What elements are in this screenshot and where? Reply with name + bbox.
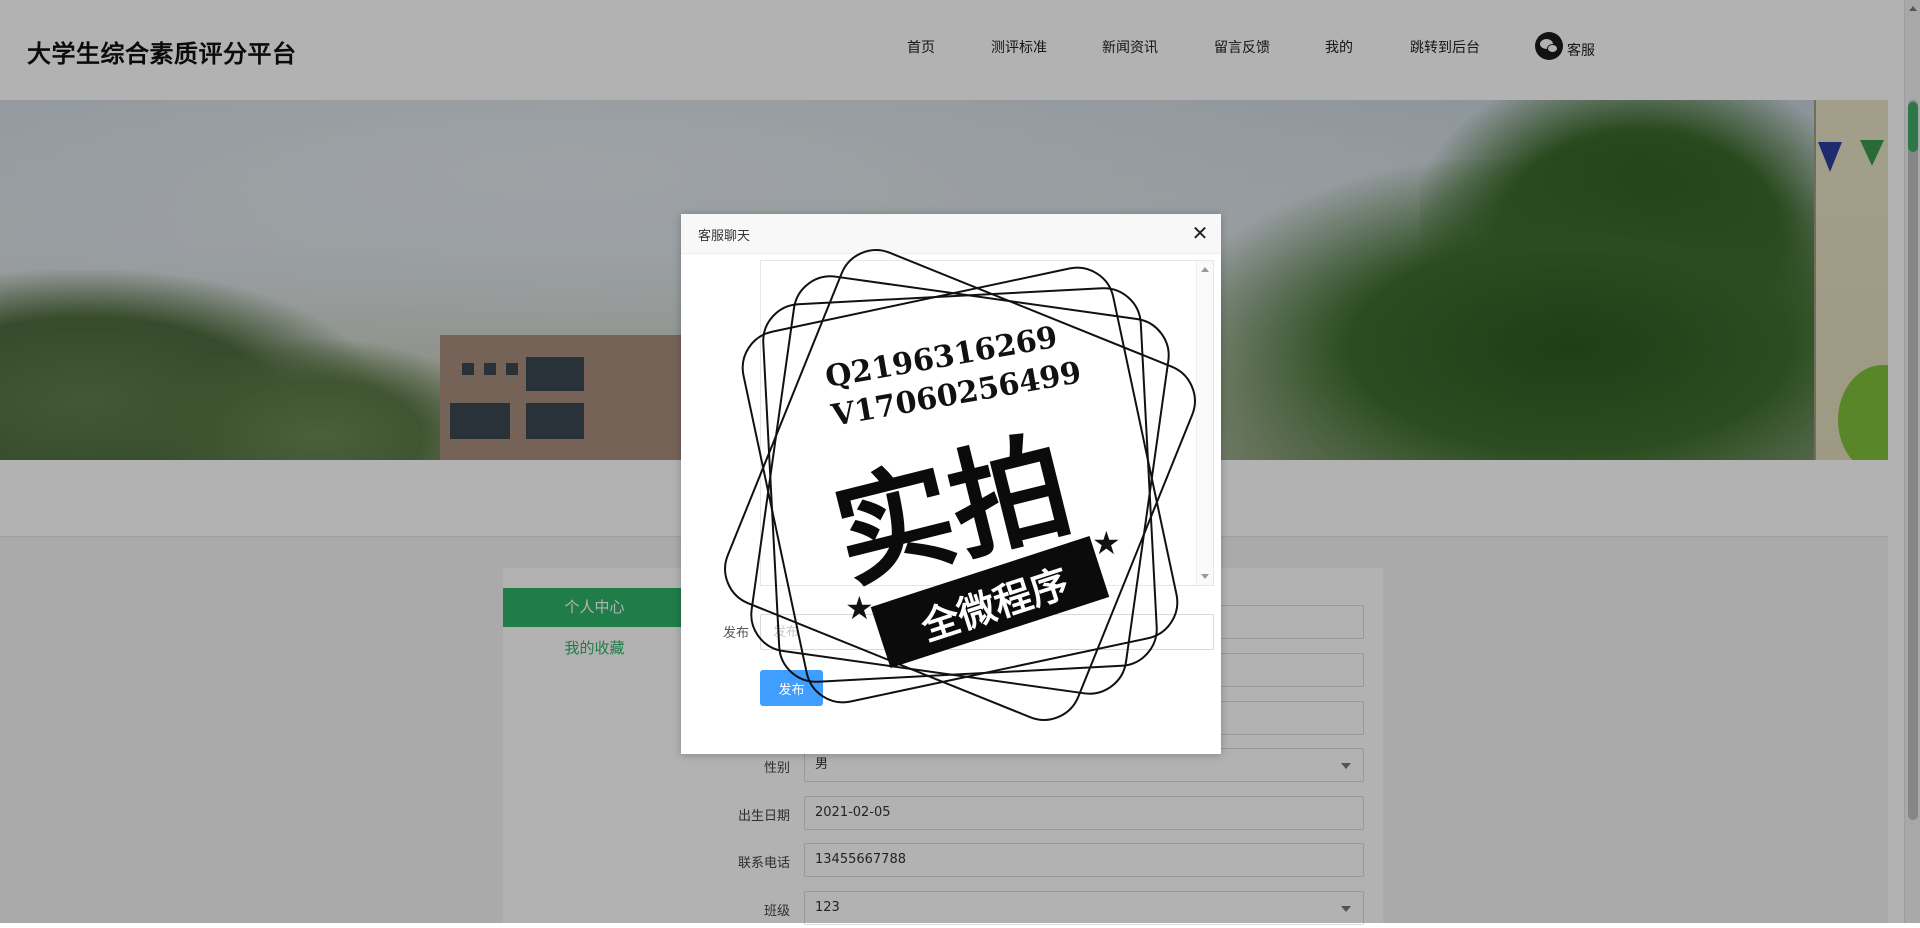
chat-message-area[interactable] (760, 260, 1214, 586)
post-label: 发布 (723, 626, 750, 641)
customer-service-chat-dialog: 客服聊天 ✕ 发布 发布 (681, 214, 1221, 754)
chat-scrollbar[interactable] (1196, 261, 1213, 585)
chat-message-input[interactable] (760, 614, 1214, 650)
dialog-header: 客服聊天 ✕ (681, 214, 1221, 254)
post-button[interactable]: 发布 (760, 670, 823, 706)
scroll-down-icon[interactable] (1201, 574, 1209, 579)
dialog-title: 客服聊天 (698, 229, 751, 244)
scroll-up-icon[interactable] (1201, 267, 1209, 272)
close-icon[interactable]: ✕ (1189, 222, 1211, 244)
